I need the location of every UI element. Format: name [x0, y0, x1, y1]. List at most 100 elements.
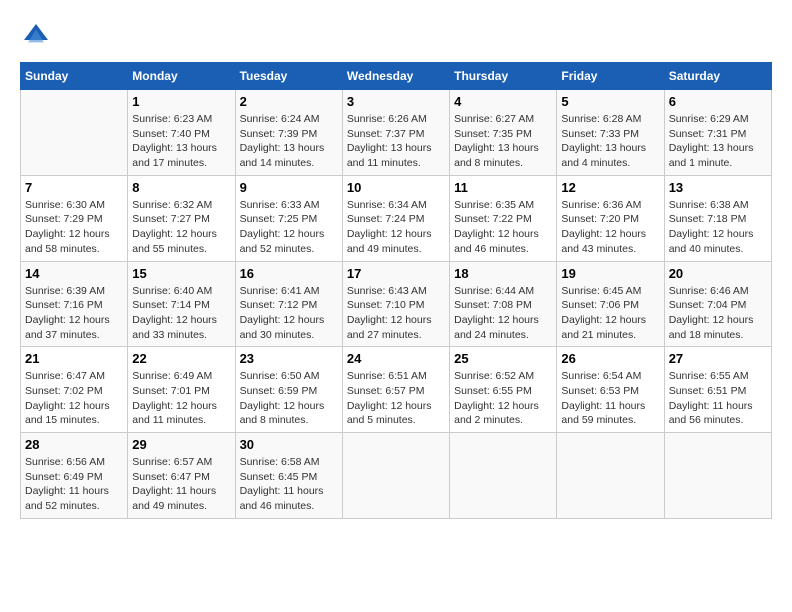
calendar-cell: 6Sunrise: 6:29 AMSunset: 7:31 PMDaylight… [664, 90, 771, 176]
day-number: 10 [347, 180, 445, 195]
calendar-cell: 15 Sunrise: 6:40 AMSunset: 7:14 PMDayligh… [128, 261, 235, 347]
day-info: Sunrise: 6:54 AMSunset: 6:53 PMDaylight:… [561, 369, 659, 428]
header-row: SundayMondayTuesdayWednesdayThursdayFrid… [21, 63, 772, 90]
day-number: 26 [561, 351, 659, 366]
day-info: Sunrise: 6:44 AMSunset: 7:08 PMDaylight:… [454, 284, 552, 343]
calendar-cell: 30 Sunrise: 6:58 AMSunset: 6:45 PMDayligh… [235, 433, 342, 519]
calendar-cell [664, 433, 771, 519]
day-number: 8 [132, 180, 230, 195]
calendar-cell: 23Sunrise: 6:50 AMSunset: 6:59 PMDayligh… [235, 347, 342, 433]
weekday-header: Monday [128, 63, 235, 90]
day-number: 29 [132, 437, 230, 452]
day-number: 2 [240, 94, 338, 109]
weekday-header: Tuesday [235, 63, 342, 90]
day-number: 21 [25, 351, 123, 366]
calendar-cell: 16 Sunrise: 6:41 AMSunset: 7:12 PMDayligh… [235, 261, 342, 347]
day-info: Sunrise: 6:45 AMSunset: 7:06 PMDaylight:… [561, 284, 659, 343]
calendar-week-row: 14 Sunrise: 6:39 AMSunset: 7:16 PMDayligh… [21, 261, 772, 347]
day-info: Sunrise: 6:33 AMSunset: 7:25 PMDaylight:… [240, 198, 338, 257]
day-info: Sunrise: 6:28 AMSunset: 7:33 PMDaylight:… [561, 112, 659, 171]
day-info: Sunrise: 6:57 AMSunset: 6:47 PMDaylight:… [132, 455, 230, 514]
calendar-cell: 26 Sunrise: 6:54 AMSunset: 6:53 PMDayligh… [557, 347, 664, 433]
weekday-header: Wednesday [342, 63, 449, 90]
day-number: 17 [347, 266, 445, 281]
day-info: Sunrise: 6:47 AMSunset: 7:02 PMDaylight:… [25, 369, 123, 428]
calendar-cell [21, 90, 128, 176]
day-number: 1 [132, 94, 230, 109]
calendar-header: SundayMondayTuesdayWednesdayThursdayFrid… [21, 63, 772, 90]
calendar-cell: 5Sunrise: 6:28 AMSunset: 7:33 PMDaylight… [557, 90, 664, 176]
day-info: Sunrise: 6:50 AMSunset: 6:59 PMDaylight:… [240, 369, 338, 428]
calendar-cell [342, 433, 449, 519]
day-number: 18 [454, 266, 552, 281]
calendar-body: 1 Sunrise: 6:23 AMSunset: 7:40 PMDaylight… [21, 90, 772, 519]
day-info: Sunrise: 6:29 AMSunset: 7:31 PMDaylight:… [669, 112, 767, 171]
calendar-week-row: 21 Sunrise: 6:47 AMSunset: 7:02 PMDayligh… [21, 347, 772, 433]
day-info: Sunrise: 6:58 AMSunset: 6:45 PMDaylight:… [240, 455, 338, 514]
day-info: Sunrise: 6:40 AMSunset: 7:14 PMDaylight:… [132, 284, 230, 343]
day-number: 13 [669, 180, 767, 195]
calendar-cell: 27 Sunrise: 6:55 AMSunset: 6:51 PMDayligh… [664, 347, 771, 433]
calendar-cell: 8Sunrise: 6:32 AMSunset: 7:27 PMDaylight… [128, 175, 235, 261]
day-info: Sunrise: 6:56 AMSunset: 6:49 PMDaylight:… [25, 455, 123, 514]
day-number: 4 [454, 94, 552, 109]
day-info: Sunrise: 6:41 AMSunset: 7:12 PMDaylight:… [240, 284, 338, 343]
calendar-cell: 9 Sunrise: 6:33 AMSunset: 7:25 PMDaylight… [235, 175, 342, 261]
calendar-cell: 21 Sunrise: 6:47 AMSunset: 7:02 PMDayligh… [21, 347, 128, 433]
calendar-table: SundayMondayTuesdayWednesdayThursdayFrid… [20, 62, 772, 519]
calendar-week-row: 28Sunrise: 6:56 AMSunset: 6:49 PMDayligh… [21, 433, 772, 519]
day-number: 30 [240, 437, 338, 452]
day-info: Sunrise: 6:52 AMSunset: 6:55 PMDaylight:… [454, 369, 552, 428]
calendar-cell: 18 Sunrise: 6:44 AMSunset: 7:08 PMDayligh… [450, 261, 557, 347]
calendar-cell: 14 Sunrise: 6:39 AMSunset: 7:16 PMDayligh… [21, 261, 128, 347]
logo [20, 20, 56, 52]
day-info: Sunrise: 6:35 AMSunset: 7:22 PMDaylight:… [454, 198, 552, 257]
calendar-cell: 13 Sunrise: 6:38 AMSunset: 7:18 PMDayligh… [664, 175, 771, 261]
calendar-cell [450, 433, 557, 519]
calendar-cell: 2 Sunrise: 6:24 AMSunset: 7:39 PMDaylight… [235, 90, 342, 176]
page-header [20, 20, 772, 52]
calendar-week-row: 7Sunrise: 6:30 AMSunset: 7:29 PMDaylight… [21, 175, 772, 261]
day-number: 24 [347, 351, 445, 366]
day-info: Sunrise: 6:26 AMSunset: 7:37 PMDaylight:… [347, 112, 445, 171]
day-info: Sunrise: 6:24 AMSunset: 7:39 PMDaylight:… [240, 112, 338, 171]
calendar-cell: 28Sunrise: 6:56 AMSunset: 6:49 PMDayligh… [21, 433, 128, 519]
logo-icon [20, 20, 52, 52]
day-number: 7 [25, 180, 123, 195]
calendar-cell: 1 Sunrise: 6:23 AMSunset: 7:40 PMDaylight… [128, 90, 235, 176]
day-number: 9 [240, 180, 338, 195]
day-info: Sunrise: 6:51 AMSunset: 6:57 PMDaylight:… [347, 369, 445, 428]
weekday-header: Friday [557, 63, 664, 90]
day-number: 20 [669, 266, 767, 281]
day-number: 11 [454, 180, 552, 195]
day-info: Sunrise: 6:38 AMSunset: 7:18 PMDaylight:… [669, 198, 767, 257]
day-info: Sunrise: 6:23 AMSunset: 7:40 PMDaylight:… [132, 112, 230, 171]
calendar-cell: 24 Sunrise: 6:51 AMSunset: 6:57 PMDayligh… [342, 347, 449, 433]
calendar-week-row: 1 Sunrise: 6:23 AMSunset: 7:40 PMDaylight… [21, 90, 772, 176]
calendar-cell: 20Sunrise: 6:46 AMSunset: 7:04 PMDayligh… [664, 261, 771, 347]
calendar-cell: 29 Sunrise: 6:57 AMSunset: 6:47 PMDayligh… [128, 433, 235, 519]
day-info: Sunrise: 6:34 AMSunset: 7:24 PMDaylight:… [347, 198, 445, 257]
day-number: 27 [669, 351, 767, 366]
day-number: 14 [25, 266, 123, 281]
weekday-header: Thursday [450, 63, 557, 90]
day-info: Sunrise: 6:49 AMSunset: 7:01 PMDaylight:… [132, 369, 230, 428]
calendar-cell: 3 Sunrise: 6:26 AMSunset: 7:37 PMDaylight… [342, 90, 449, 176]
calendar-cell: 25 Sunrise: 6:52 AMSunset: 6:55 PMDayligh… [450, 347, 557, 433]
calendar-cell [557, 433, 664, 519]
day-number: 16 [240, 266, 338, 281]
day-info: Sunrise: 6:39 AMSunset: 7:16 PMDaylight:… [25, 284, 123, 343]
calendar-cell: 17 Sunrise: 6:43 AMSunset: 7:10 PMDayligh… [342, 261, 449, 347]
day-number: 19 [561, 266, 659, 281]
day-info: Sunrise: 6:55 AMSunset: 6:51 PMDaylight:… [669, 369, 767, 428]
calendar-cell: 4 Sunrise: 6:27 AMSunset: 7:35 PMDaylight… [450, 90, 557, 176]
calendar-cell: 10 Sunrise: 6:34 AMSunset: 7:24 PMDayligh… [342, 175, 449, 261]
day-info: Sunrise: 6:27 AMSunset: 7:35 PMDaylight:… [454, 112, 552, 171]
day-number: 25 [454, 351, 552, 366]
day-number: 3 [347, 94, 445, 109]
calendar-cell: 11 Sunrise: 6:35 AMSunset: 7:22 PMDayligh… [450, 175, 557, 261]
day-info: Sunrise: 6:43 AMSunset: 7:10 PMDaylight:… [347, 284, 445, 343]
day-number: 15 [132, 266, 230, 281]
calendar-cell: 7Sunrise: 6:30 AMSunset: 7:29 PMDaylight… [21, 175, 128, 261]
calendar-cell: 19 Sunrise: 6:45 AMSunset: 7:06 PMDayligh… [557, 261, 664, 347]
